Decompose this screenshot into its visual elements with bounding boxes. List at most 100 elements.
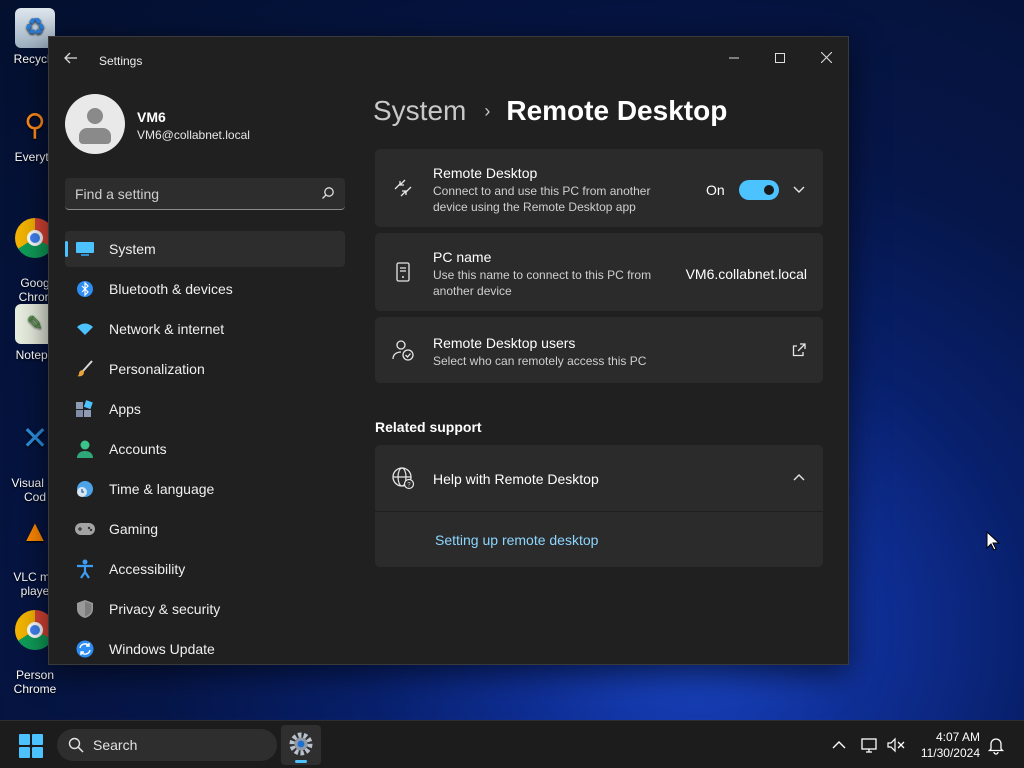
external-link-icon[interactable] bbox=[791, 342, 807, 358]
pc-name-card: PC name Use this name to connect to this… bbox=[375, 233, 823, 311]
sidebar-item-accessibility[interactable]: Accessibility bbox=[65, 551, 345, 587]
title-bar: Settings bbox=[49, 37, 848, 85]
remote-desktop-users-card[interactable]: Remote Desktop users Select who can remo… bbox=[375, 317, 823, 383]
back-arrow-icon bbox=[64, 52, 77, 64]
search-icon bbox=[68, 737, 84, 753]
help-remote-desktop-card[interactable]: ? Help with Remote Desktop Setting up re… bbox=[375, 445, 823, 567]
taskbar: Search 4:07 AM 11/30/2024 bbox=[0, 720, 1024, 768]
close-icon bbox=[820, 51, 832, 64]
shield-icon bbox=[75, 599, 95, 619]
taskbar-settings-app[interactable] bbox=[281, 725, 321, 765]
search-input[interactable] bbox=[75, 184, 311, 204]
windows-logo-tile bbox=[32, 734, 43, 745]
help-remote-desktop-title: Help with Remote Desktop bbox=[433, 471, 599, 487]
breadcrumb-parent-link[interactable]: System bbox=[373, 95, 466, 127]
pc-name-description: Use this name to connect to this PC from… bbox=[433, 268, 652, 298]
back-button[interactable] bbox=[61, 51, 81, 71]
notification-bell-icon[interactable] bbox=[986, 735, 1006, 755]
pc-tower-icon bbox=[396, 262, 410, 282]
clock[interactable]: 4:07 AM 11/30/2024 bbox=[921, 729, 980, 761]
sidebar-item-personalization[interactable]: Personalization bbox=[65, 351, 345, 387]
remote-desktop-title: Remote Desktop bbox=[433, 165, 538, 181]
window-title: Settings bbox=[99, 54, 143, 68]
user-email: VM6@collabnet.local bbox=[137, 128, 250, 142]
search-icon[interactable] bbox=[321, 186, 335, 200]
sidebar-item-label: Time & language bbox=[109, 481, 215, 497]
minimize-icon bbox=[729, 57, 739, 59]
sidebar-item-label: Gaming bbox=[109, 521, 159, 537]
pc-name-title: PC name bbox=[433, 249, 492, 265]
sidebar-item-label: Apps bbox=[109, 401, 141, 417]
help-divider bbox=[375, 511, 823, 512]
taskbar-search-label: Search bbox=[93, 737, 138, 753]
avatar[interactable] bbox=[65, 94, 125, 154]
user-name: VM6 bbox=[137, 109, 166, 125]
chevron-up-icon[interactable] bbox=[791, 470, 807, 486]
clock-date: 11/30/2024 bbox=[920, 746, 980, 760]
globe-help-icon: ? bbox=[392, 467, 415, 490]
bluetooth-icon bbox=[75, 279, 95, 299]
network-icon[interactable] bbox=[860, 735, 880, 755]
sidebar-item-privacy-security[interactable]: Privacy & security bbox=[65, 591, 345, 627]
sidebar-item-label: Personalization bbox=[109, 361, 205, 377]
page-title: Remote Desktop bbox=[506, 95, 728, 126]
sidebar-item-label: Accessibility bbox=[109, 561, 186, 577]
system-icon bbox=[75, 239, 95, 259]
sidebar-item-label: Network & internet bbox=[109, 321, 225, 337]
sidebar-item-label: Privacy & security bbox=[109, 601, 221, 617]
chevron-up-icon[interactable] bbox=[829, 735, 849, 755]
globe-clock-icon bbox=[75, 479, 95, 499]
remote-desktop-description: Connect to and use this PC from another … bbox=[433, 184, 651, 214]
start-button[interactable] bbox=[19, 734, 43, 758]
pc-name-value: VM6.collabnet.local bbox=[685, 266, 807, 282]
accounts-icon bbox=[75, 439, 95, 459]
minimize-button[interactable] bbox=[711, 43, 757, 73]
breadcrumb: System › Remote Desktop bbox=[373, 95, 727, 127]
windows-logo-tile bbox=[19, 734, 30, 745]
user-check-icon bbox=[392, 340, 414, 361]
sidebar-item-accounts[interactable]: Accounts bbox=[65, 431, 345, 467]
windows-logo-tile bbox=[32, 747, 43, 758]
sidebar-item-label: Bluetooth & devices bbox=[109, 281, 233, 297]
avatar-body bbox=[79, 128, 111, 144]
related-support-heading: Related support bbox=[375, 419, 482, 435]
wifi-icon bbox=[75, 319, 95, 339]
settings-window: Settings VM6 VM6@collabnet.local System … bbox=[48, 36, 849, 665]
sidebar-item-windows-update[interactable]: Windows Update bbox=[65, 631, 345, 664]
sidebar-nav: System Bluetooth & devices Network & int… bbox=[65, 231, 345, 664]
volume-muted-icon[interactable] bbox=[886, 735, 906, 755]
find-setting-search[interactable] bbox=[65, 178, 345, 210]
sidebar-item-network[interactable]: Network & internet bbox=[65, 311, 345, 347]
remote-desktop-card[interactable]: Remote Desktop Connect to and use this P… bbox=[375, 149, 823, 227]
desktop-icon-label: Person Chrome bbox=[13, 668, 57, 696]
sidebar-item-label: Windows Update bbox=[109, 641, 215, 657]
active-app-indicator bbox=[295, 760, 307, 763]
settings-gear-icon bbox=[289, 732, 313, 756]
breadcrumb-chevron-icon: › bbox=[484, 100, 491, 121]
toggle-state-label: On bbox=[706, 182, 725, 198]
taskbar-search[interactable]: Search bbox=[57, 729, 277, 761]
clock-time: 4:07 AM bbox=[935, 730, 980, 744]
brush-icon bbox=[75, 359, 95, 379]
maximize-icon bbox=[775, 53, 785, 63]
remote-desktop-users-description: Select who can remotely access this PC bbox=[433, 354, 647, 368]
sidebar-item-time-language[interactable]: Time & language bbox=[65, 471, 345, 507]
sidebar-item-label: System bbox=[109, 241, 156, 257]
update-icon bbox=[75, 639, 95, 659]
sidebar-item-label: Accounts bbox=[109, 441, 167, 457]
gamepad-icon bbox=[75, 519, 95, 539]
remote-desktop-users-title: Remote Desktop users bbox=[433, 335, 576, 351]
sidebar-item-bluetooth[interactable]: Bluetooth & devices bbox=[65, 271, 345, 307]
remote-desktop-toggle[interactable] bbox=[739, 180, 779, 200]
maximize-button[interactable] bbox=[757, 43, 803, 73]
setting-up-remote-desktop-link[interactable]: Setting up remote desktop bbox=[435, 532, 598, 548]
avatar-head bbox=[87, 108, 103, 124]
chevron-down-icon[interactable] bbox=[791, 181, 807, 197]
apps-icon bbox=[75, 399, 95, 419]
remote-desktop-icon bbox=[394, 179, 412, 197]
sidebar-item-apps[interactable]: Apps bbox=[65, 391, 345, 427]
mouse-cursor-icon bbox=[986, 531, 1000, 551]
close-button[interactable] bbox=[803, 43, 848, 73]
sidebar-item-system[interactable]: System bbox=[65, 231, 345, 267]
sidebar-item-gaming[interactable]: Gaming bbox=[65, 511, 345, 547]
